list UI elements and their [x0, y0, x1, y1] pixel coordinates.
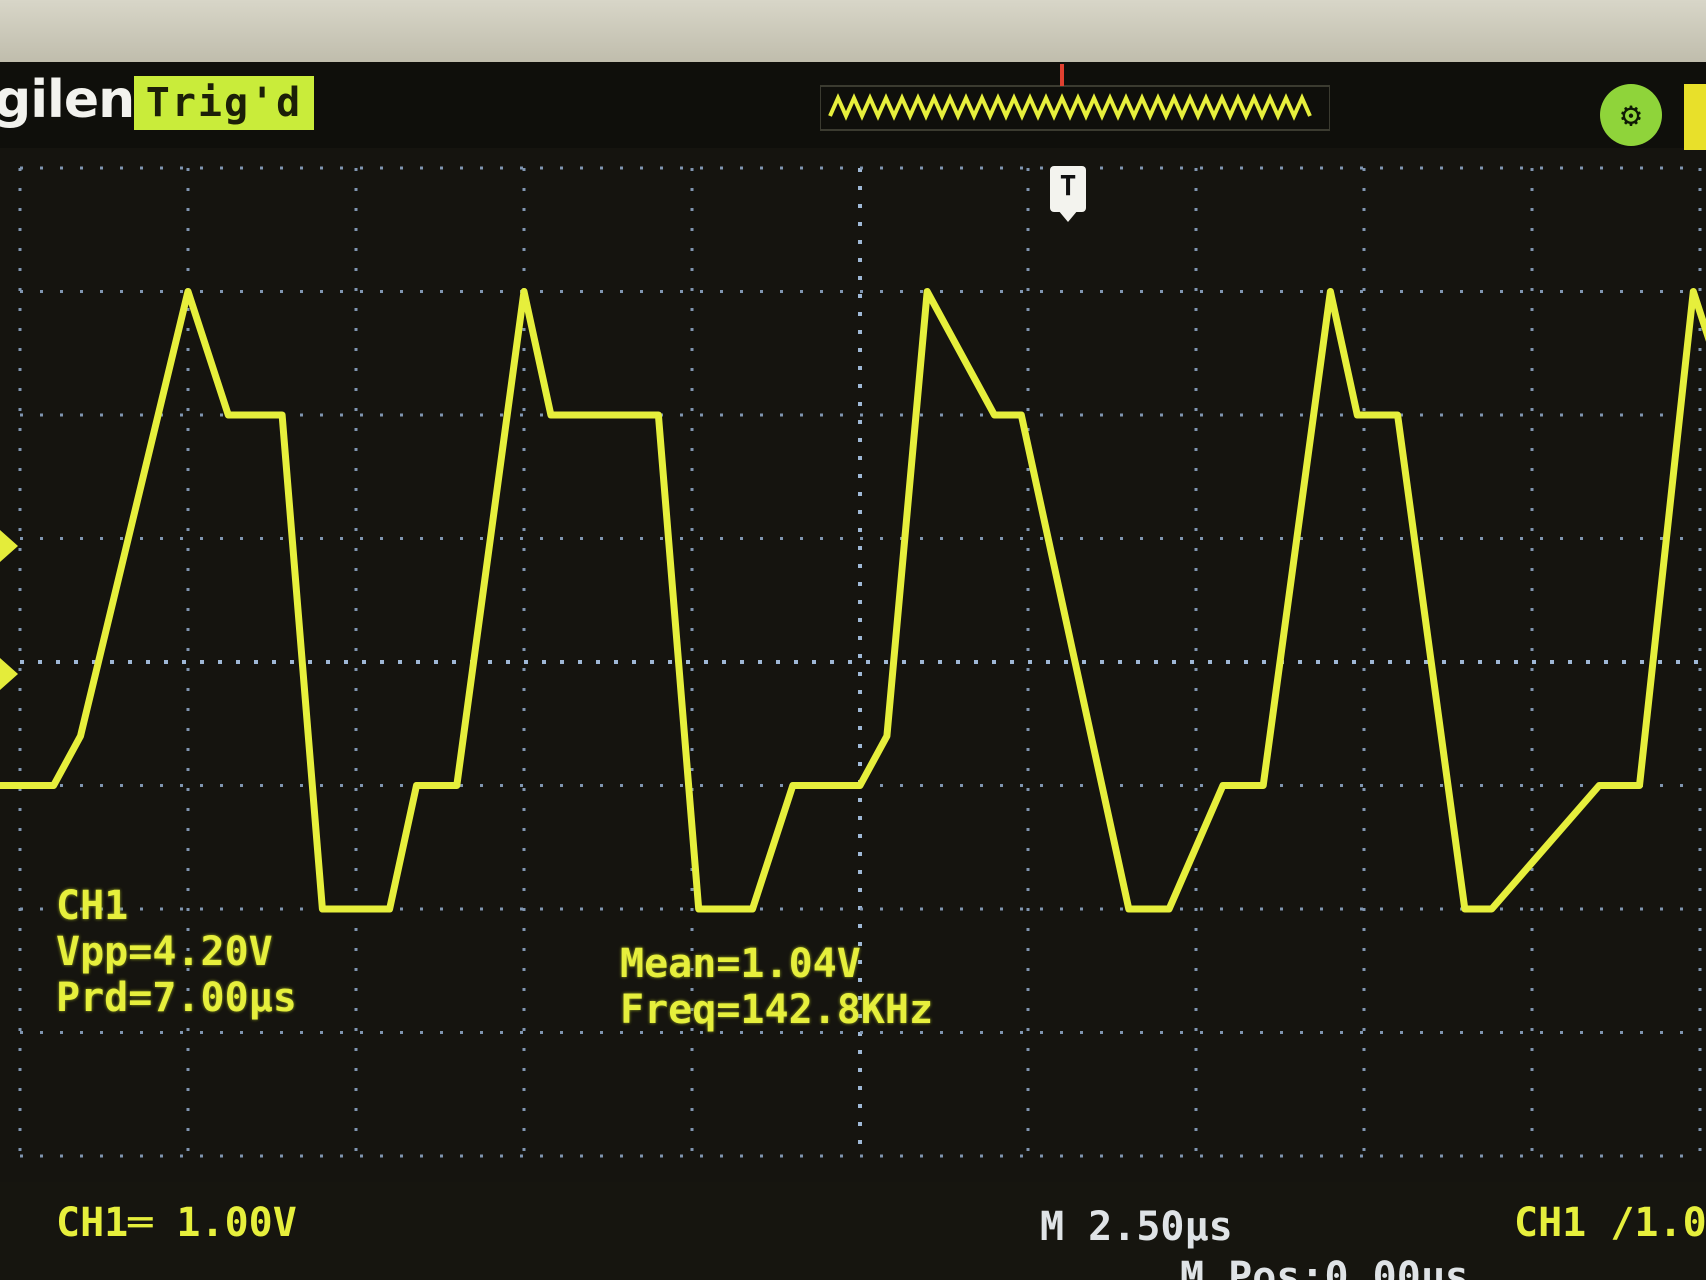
trigger-position-marker: [1060, 64, 1064, 86]
gear-icon[interactable]: ⚙: [1600, 84, 1662, 146]
ch1-ground-marker: [0, 658, 18, 690]
scope-screen: gilent Trig'd ⚙ T CH1 Vpp=4.20V Prd=7.00…: [0, 62, 1706, 1280]
scale-bar: CH1═ 1.00V M 2.50µs M Pos:0.00µs CH1 ∕1.…: [0, 1182, 1706, 1280]
memory-waveform-icon: [820, 85, 1330, 131]
mpos-readout: M Pos:0.00µs: [1180, 1254, 1469, 1280]
measure-mean: Mean=1.04V: [620, 941, 861, 987]
measure-freq: Freq=142.8KHz: [620, 987, 934, 1033]
trigger-readout: CH1 ∕1.00: [1514, 1200, 1706, 1246]
measure-channel: CH1: [56, 883, 129, 929]
run-state-badge: Trig'd: [134, 76, 314, 130]
trigger-level-marker: [0, 530, 18, 562]
timebase-readout: M 2.50µs: [1040, 1204, 1233, 1250]
measure-vpp: Vpp=4.20V: [56, 929, 273, 975]
ch1-trace: [0, 288, 1706, 913]
trigger-t-marker: T: [1050, 166, 1086, 222]
measure-period: Prd=7.00µs: [56, 975, 297, 1021]
status-bar: gilent Trig'd ⚙: [0, 62, 1706, 150]
ch1-scale-readout: CH1═ 1.00V: [56, 1200, 297, 1246]
channel-indicator-icon: [1684, 84, 1706, 150]
